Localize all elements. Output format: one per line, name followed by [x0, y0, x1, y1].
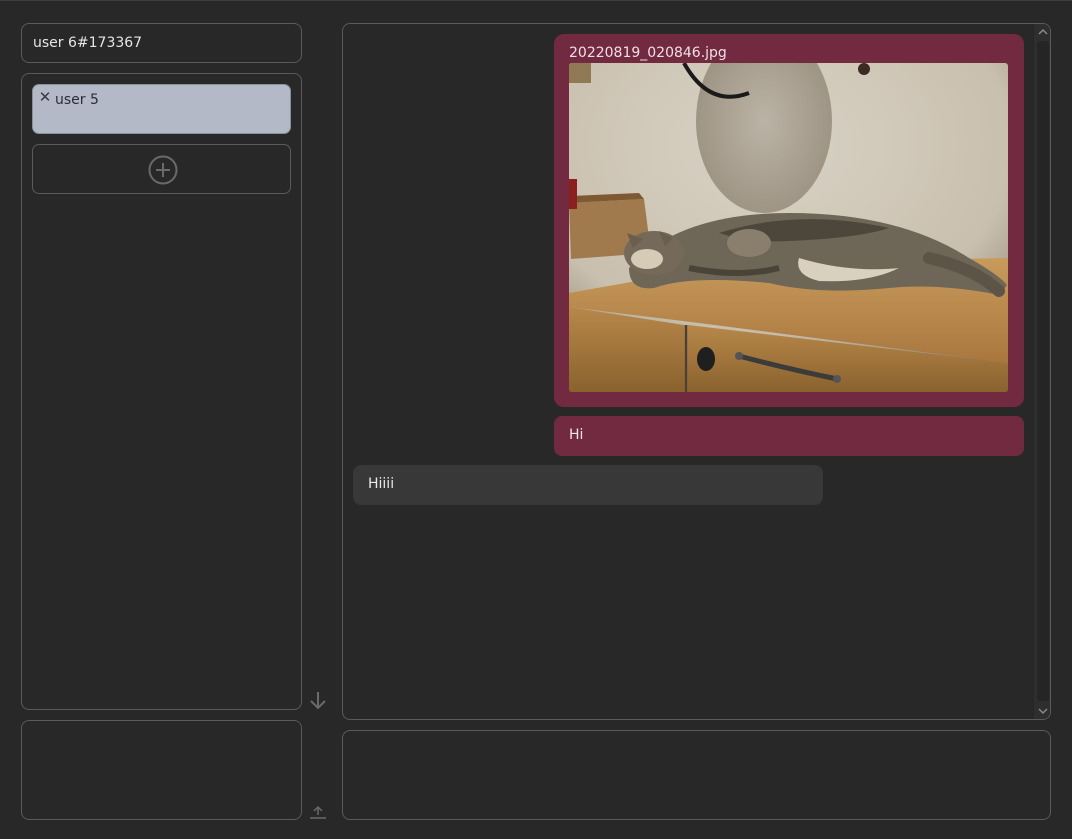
chat-messages-panel: 20220819_020846.jpg Hi Hiiii	[342, 23, 1051, 720]
contact-name: user 5	[55, 92, 99, 108]
upload-icon	[310, 805, 326, 819]
attachment-image[interactable]	[569, 63, 1008, 392]
outgoing-text-message[interactable]: Hi	[554, 416, 1024, 456]
username-display: user 6#173367	[21, 23, 302, 63]
close-icon[interactable]: ✕	[38, 90, 52, 105]
contact-item-user-5[interactable]: ✕ user 5	[32, 84, 291, 134]
attachment-filename: 20220819_020846.jpg	[569, 45, 727, 61]
message-text: Hi	[569, 427, 584, 443]
username-label: user 6#173367	[33, 35, 143, 51]
chat-scrollbar[interactable]	[1033, 24, 1050, 719]
upload-button[interactable]	[307, 801, 329, 821]
left-bottom-panel	[21, 720, 302, 820]
scroll-to-bottom-button[interactable]	[307, 689, 329, 713]
message-text: Hiiii	[368, 476, 395, 492]
arrow-down-icon	[310, 692, 326, 710]
plus-circle-icon	[148, 155, 178, 185]
message-input[interactable]	[343, 731, 1050, 819]
cat-photo	[569, 63, 1008, 392]
scroll-up-button[interactable]	[1034, 24, 1050, 40]
outgoing-image-message[interactable]: 20220819_020846.jpg	[554, 34, 1024, 407]
scrollbar-thumb[interactable]	[1037, 41, 1049, 701]
add-contact-button[interactable]	[32, 144, 291, 194]
message-compose-box[interactable]	[342, 730, 1051, 820]
app-window: user 6#173367 ✕ user 5 20220819_020846.j…	[0, 0, 1072, 839]
incoming-text-message[interactable]: Hiiii	[353, 465, 823, 505]
chevron-up-icon	[1038, 28, 1048, 35]
chevron-down-icon	[1038, 708, 1048, 715]
scroll-down-button[interactable]	[1034, 703, 1050, 719]
contacts-panel: ✕ user 5	[21, 73, 302, 710]
